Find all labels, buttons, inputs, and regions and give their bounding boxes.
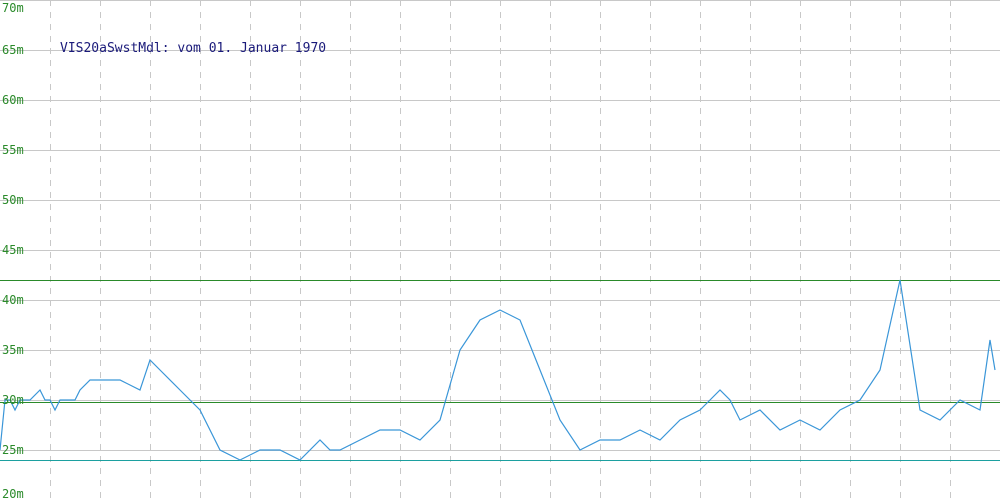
chart-container: 20m 25m 30m 35m 40m 45m 50m 55m 60m 65m 70m VIS20a… bbox=[0, 0, 1000, 500]
y-tick-label: 35m bbox=[2, 343, 24, 357]
chart-title: VIS20aSwstMdl: vom 01. Januar 1970 bbox=[60, 41, 326, 56]
grid-layer bbox=[0, 0, 1000, 500]
y-tick-label: 20m bbox=[2, 487, 24, 500]
series-layer bbox=[0, 279, 996, 461]
line-chart: 20m 25m 30m 35m 40m 45m 50m 55m 60m 65m 70m VIS20a… bbox=[0, 0, 1000, 500]
y-tick-label: 30m bbox=[2, 393, 24, 407]
y-tick-label: 25m bbox=[2, 443, 24, 457]
series-line bbox=[0, 279, 996, 461]
y-tick-label: 70m bbox=[2, 1, 24, 15]
y-tick-label: 50m bbox=[2, 193, 24, 207]
y-tick-label: 65m bbox=[2, 43, 24, 57]
y-tick-label: 40m bbox=[2, 293, 24, 307]
y-tick-label: 55m bbox=[2, 143, 24, 157]
y-axis-ticks: 20m 25m 30m 35m 40m 45m 50m 55m 60m 65m 70m bbox=[2, 1, 24, 500]
y-tick-label: 45m bbox=[2, 243, 24, 257]
y-tick-label: 60m bbox=[2, 93, 24, 107]
